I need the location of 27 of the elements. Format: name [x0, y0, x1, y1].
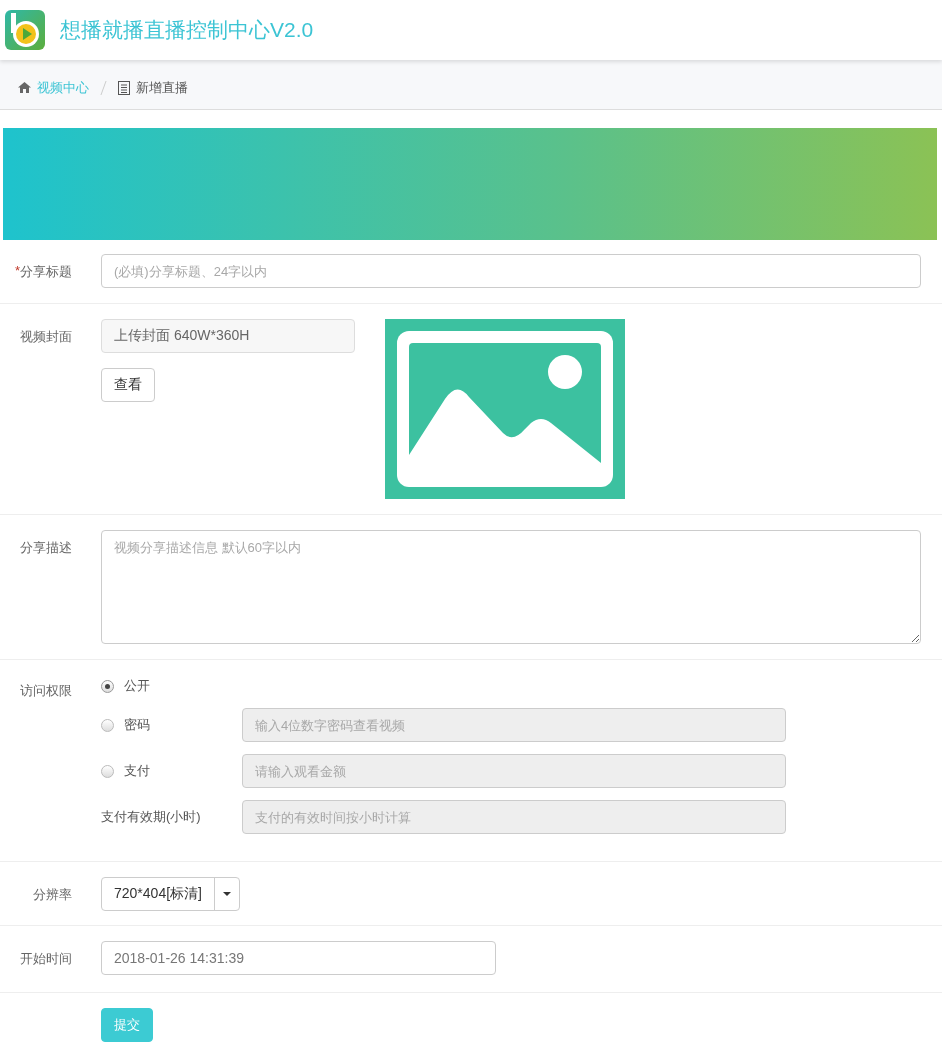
- field-label: 访问权限: [20, 682, 72, 700]
- breadcrumb-current: 新增直播: [136, 78, 188, 97]
- radio-label: 公开: [124, 677, 150, 695]
- radio-button[interactable]: [101, 718, 114, 732]
- caret-icon: [222, 892, 231, 896]
- app-title: 想播就播直播控制中心V2.0: [60, 17, 314, 43]
- home-icon: [18, 82, 31, 93]
- upload-field[interactable]: 上传封面 640W*360H: [101, 319, 355, 353]
- resolution-select[interactable]: 720*404[标清]: [101, 877, 240, 911]
- field-label: 分享标题: [20, 263, 72, 281]
- radio-label: 密码: [124, 716, 150, 734]
- field-label: 分辨率: [33, 886, 72, 904]
- field-label: 视频封面: [20, 328, 72, 346]
- radio-button[interactable]: [101, 679, 114, 693]
- field-label: 开始时间: [20, 950, 72, 968]
- radio-button[interactable]: [101, 764, 114, 778]
- image-placeholder-icon: [385, 319, 625, 499]
- field-label: 分享描述: [20, 539, 72, 557]
- view-button[interactable]: 查看: [101, 368, 155, 402]
- logo-icon: [5, 10, 45, 50]
- title-input[interactable]: (必填)分享标题、24字以内: [101, 254, 921, 288]
- document-icon: [118, 80, 130, 95]
- field-label: 支付有效期(小时): [101, 808, 201, 826]
- required-mark: *: [14, 263, 20, 280]
- start-time-input[interactable]: 2018-01-26 14:31:39: [101, 941, 496, 975]
- radio-label: 支付: [124, 762, 150, 780]
- description-textarea[interactable]: 视频分享描述信息 默认60字以内: [101, 530, 921, 644]
